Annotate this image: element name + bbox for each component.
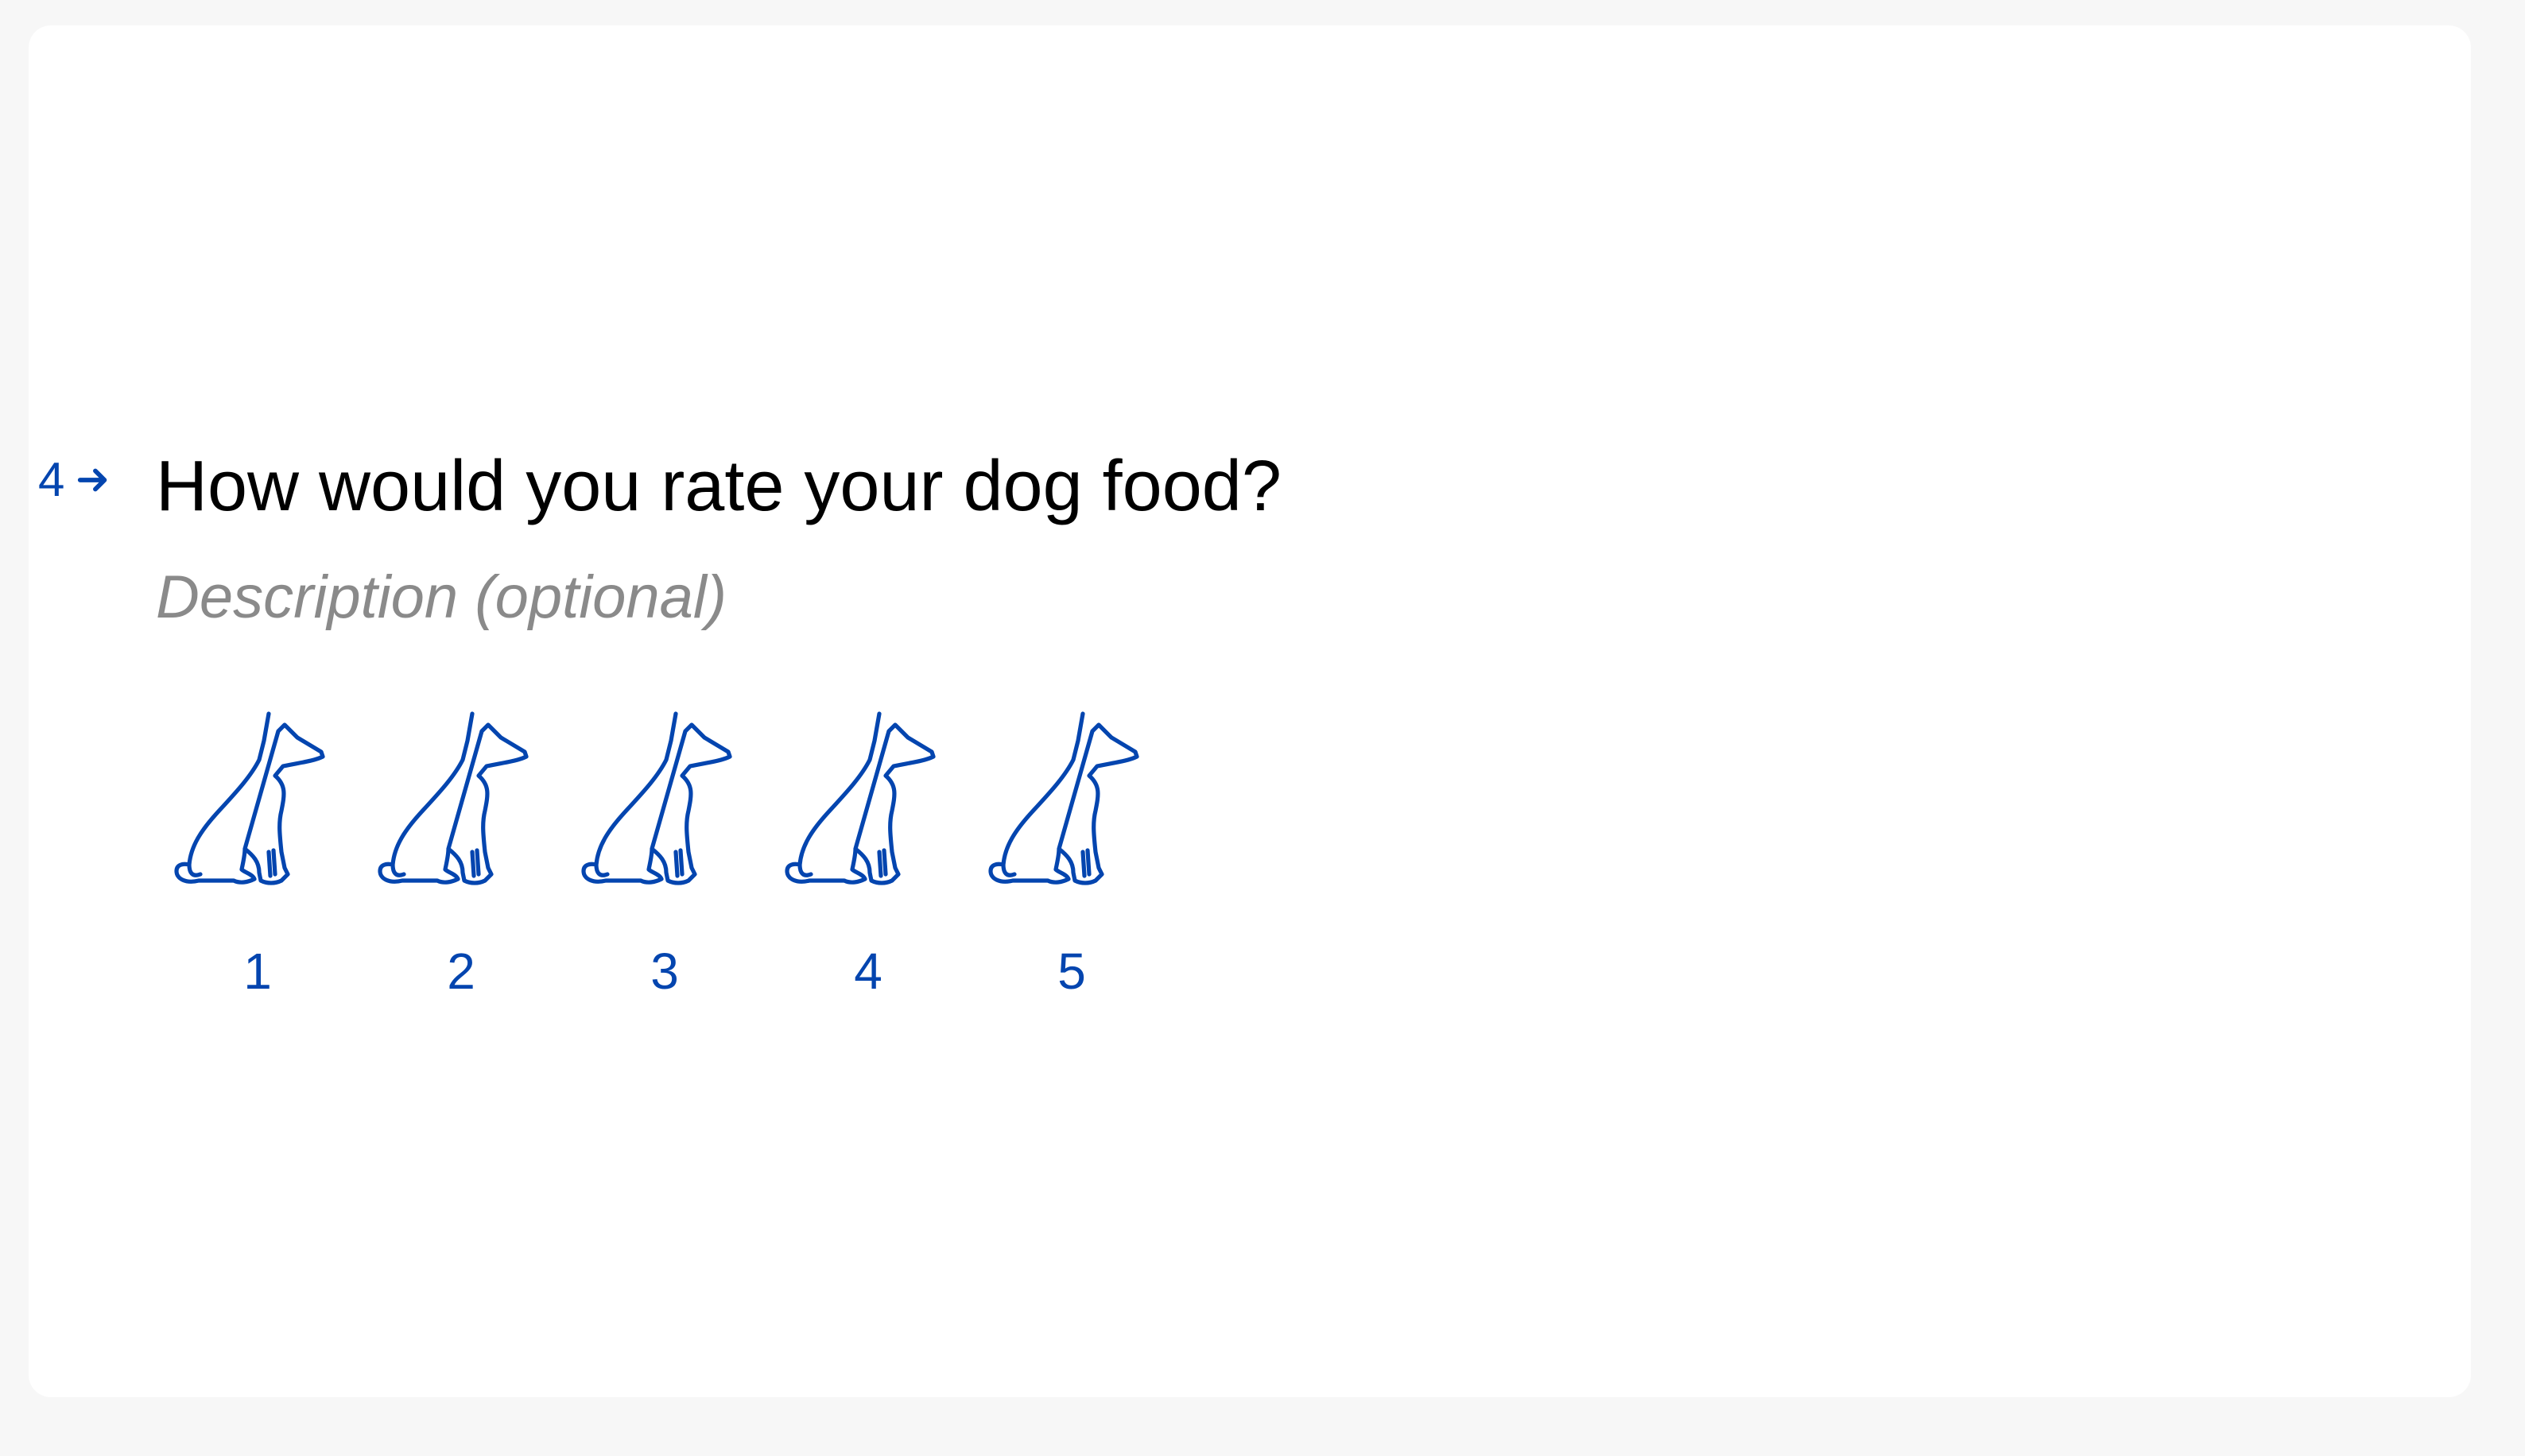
rating-label: 2 — [447, 943, 475, 1000]
rating-label: 3 — [650, 943, 679, 1000]
dog-icon — [170, 709, 345, 892]
rating-option-2[interactable]: 2 — [359, 709, 563, 1003]
rating-label: 4 — [854, 943, 882, 1000]
dog-icon — [984, 709, 1159, 892]
dog-icon — [577, 709, 752, 892]
question-number-label: 4 — [38, 453, 65, 506]
rating-option-4[interactable]: 4 — [766, 709, 970, 1003]
dog-icon — [374, 709, 549, 892]
question-title[interactable]: How would you rate your dog food? — [156, 439, 1282, 534]
dog-icon — [781, 709, 956, 892]
question-number: 4 — [38, 456, 112, 504]
rating-option-3[interactable]: 3 — [563, 709, 766, 1003]
rating-option-5[interactable]: 5 — [970, 709, 1173, 1003]
rating-label: 1 — [243, 943, 272, 1000]
rating-scale: 1 2 3 4 5 — [156, 709, 1173, 1003]
rating-option-1[interactable]: 1 — [156, 709, 359, 1003]
form-card: 4 How would you rate your dog food? Desc… — [29, 25, 2471, 1397]
rating-label: 5 — [1057, 943, 1086, 1000]
arrow-right-icon — [78, 468, 107, 492]
description-placeholder[interactable]: Description (optional) — [156, 560, 727, 636]
